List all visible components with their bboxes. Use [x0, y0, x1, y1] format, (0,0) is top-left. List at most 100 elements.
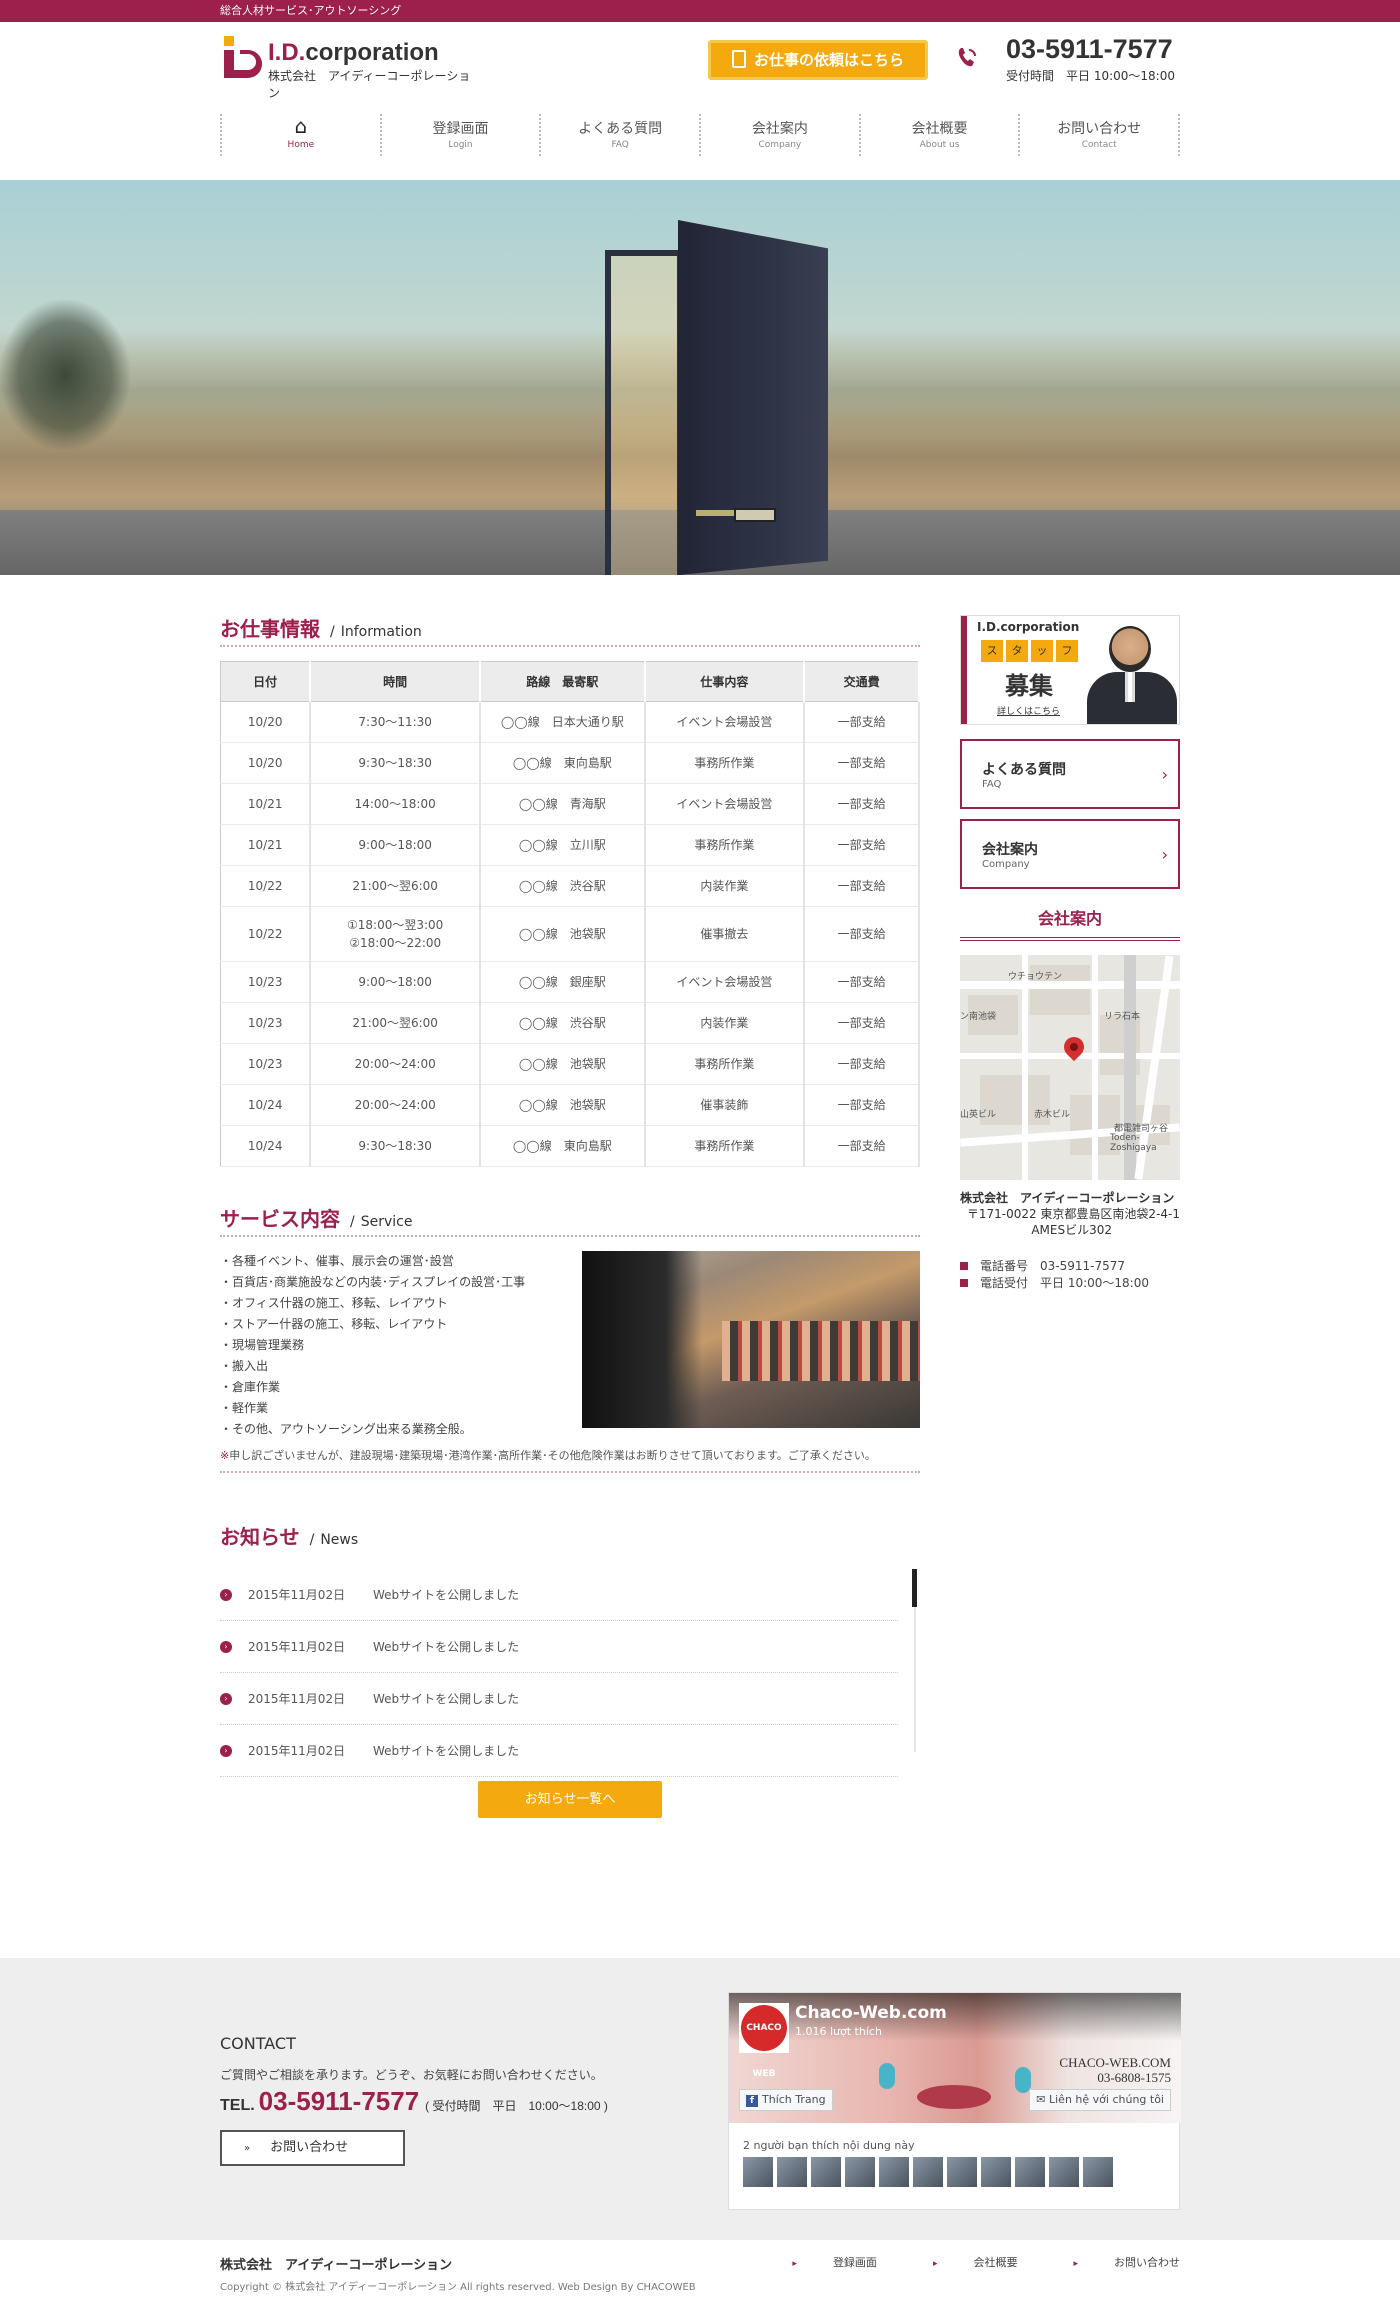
table-cell: ◯◯線 東向島駅: [480, 1125, 646, 1167]
news-title: Webサイトを公開しました: [373, 1744, 520, 1758]
table-row: 10/23 21:00～翌6:00 ◯◯線 渋谷駅 内装作業 一部支給: [220, 1002, 920, 1044]
news-scroll-thumb[interactable]: [912, 1569, 917, 1607]
facebook-like-button[interactable]: f Thích Trang: [739, 2089, 833, 2111]
footer-link-login[interactable]: ▸ 登録画面: [764, 2254, 877, 2270]
table-cell: 一部支給: [804, 1043, 920, 1085]
avatar[interactable]: [743, 2157, 773, 2187]
table-cell: 催事撤去: [644, 906, 806, 962]
nav-item-contact[interactable]: お問い合わせ Contact: [1018, 114, 1181, 156]
list-item: ・オフィス什器の施工、移転、レイアウト: [220, 1296, 448, 1310]
table-cell: 21:00～翌6:00: [310, 865, 481, 907]
footer-links: ▸ 登録画面 ▸ 会社概要 ▸ お問い合わせ: [736, 2254, 1180, 2270]
footer-company: 株式会社 アイディーコーポレーション: [220, 2258, 453, 2273]
table-cell: 9:30～18:30: [310, 742, 481, 784]
contact-button[interactable]: » お問い合わせ: [220, 2130, 405, 2166]
facebook-page-logo[interactable]: CHACO WEB: [739, 2003, 789, 2079]
global-nav: ⌂ Home 登録画面 Login よくある質問 FAQ 会社案内 Compan…: [220, 94, 1181, 180]
table-cell: 10/22: [220, 906, 312, 962]
table-cell: 一部支給: [804, 906, 920, 962]
table-cell: 10/20: [220, 742, 312, 784]
company-map[interactable]: ウチョウテン ン南池袋 リラ石本 山英ビル 赤木ビル 都電雑司ヶ谷 Toden-…: [960, 955, 1180, 1180]
top-bar: 総合人材サービス･アウトソーシング: [0, 0, 1400, 22]
news-title: Webサイトを公開しました: [373, 1640, 520, 1654]
avatar[interactable]: [777, 2157, 807, 2187]
footer-link-about[interactable]: ▸ 会社概要: [905, 2254, 1018, 2270]
news-title: Webサイトを公開しました: [373, 1692, 520, 1706]
news-date: 2015年11月02日: [248, 1744, 346, 1758]
service-photo: [582, 1251, 920, 1428]
sidebar: I.D.corporation スタッフ 募集 詳しくはこちら よくある質問 F…: [960, 615, 1180, 1292]
news-scrollbar[interactable]: [912, 1569, 917, 1752]
table-row: 10/24 20:00～24:00 ◯◯線 池袋駅 催事装飾 一部支給: [220, 1084, 920, 1126]
news-item[interactable]: › 2015年11月02日 Webサイトを公開しました: [220, 1725, 898, 1777]
avatar[interactable]: [1049, 2157, 1079, 2187]
mail-icon: ✉: [1036, 2093, 1049, 2106]
table-cell: 一部支給: [804, 865, 920, 907]
logo[interactable]: I.D.corporation 株式会社 アイディーコーポレーション: [220, 36, 480, 100]
chevron-right-icon: ›: [220, 1692, 232, 1705]
avatar[interactable]: [947, 2157, 977, 2187]
table-cell: 事務所作業: [644, 1043, 806, 1085]
table-row: 10/22 ①18:00～翌3:00 ②18:00～22:00 ◯◯線 池袋駅 催事撤…: [220, 906, 920, 962]
avatar[interactable]: [811, 2157, 841, 2187]
job-request-button[interactable]: お仕事の依頼はこちら: [708, 40, 928, 80]
table-cell: ◯◯線 日本大通り駅: [480, 701, 646, 743]
table-cell: 10/24: [220, 1125, 312, 1167]
table-cell: ◯◯線 立川駅: [480, 824, 646, 866]
table-cell: イベント会場設営: [644, 783, 806, 825]
home-icon: ⌂: [294, 114, 308, 138]
facebook-page-name[interactable]: Chaco-Web.com: [795, 2003, 947, 2023]
table-cell: 事務所作業: [644, 824, 806, 866]
table-cell: 10/23: [220, 1002, 312, 1044]
table-cell: ◯◯線 池袋駅: [480, 1084, 646, 1126]
table-cell: 一部支給: [804, 1125, 920, 1167]
recruit-link[interactable]: 詳しくはこちら: [997, 704, 1060, 717]
table-cell: 20:00～24:00: [310, 1084, 481, 1126]
contact-tel: TEL. 03-5911-7577( 受付時間 平日 10:00～18:00 ): [220, 2086, 608, 2116]
table-cell: 一部支給: [804, 1084, 920, 1126]
recruit-banner[interactable]: I.D.corporation スタッフ 募集 詳しくはこちら: [960, 615, 1180, 725]
news-title: Webサイトを公開しました: [373, 1588, 520, 1602]
list-item: ・軽作業: [220, 1401, 269, 1415]
table-cell: 事務所作業: [644, 742, 806, 784]
table-header: 路線 最寄駅: [480, 661, 646, 702]
nav-item-faq[interactable]: よくある質問 FAQ: [539, 114, 699, 156]
footer-link-contact[interactable]: ▸ お問い合わせ: [1045, 2254, 1180, 2270]
list-item: ・その他、アウトソーシング出来る業務全般。: [220, 1422, 472, 1436]
logo-title: I.D.corporation: [268, 39, 439, 66]
avatar[interactable]: [1083, 2157, 1113, 2187]
news-date: 2015年11月02日: [248, 1588, 346, 1602]
sidebar-company-button[interactable]: 会社案内 Company ›: [960, 819, 1180, 889]
table-cell: 一部支給: [804, 742, 920, 784]
avatar[interactable]: [981, 2157, 1011, 2187]
header: I.D.corporation 株式会社 アイディーコーポレーション お仕事の依…: [220, 22, 1180, 100]
header-hours: 受付時間 平日 10:00～18:00: [1006, 69, 1175, 83]
avatar[interactable]: [879, 2157, 909, 2187]
table-cell: ◯◯線 銀座駅: [480, 961, 646, 1003]
nav-item-company[interactable]: 会社案内 Company: [699, 114, 859, 156]
nav-item-about[interactable]: 会社概要 About us: [858, 114, 1019, 156]
news-item[interactable]: › 2015年11月02日 Webサイトを公開しました: [220, 1621, 898, 1673]
table-row: 10/20 7:30～11:30 ◯◯線 日本大通り駅 イベント会場設営 一部支給: [220, 701, 920, 743]
avatar[interactable]: [1015, 2157, 1045, 2187]
nav-item-login[interactable]: 登録画面 Login: [379, 114, 540, 156]
service-list: ・各種イベント、催事、展示会の運営･設営 ・百貨店･商業施設などの内装･ディスプレ…: [220, 1251, 525, 1440]
news-more-button[interactable]: お知らせ一覧へ: [478, 1781, 662, 1818]
table-cell: 9:00～18:00: [310, 961, 481, 1003]
news-item[interactable]: › 2015年11月02日 Webサイトを公開しました: [220, 1569, 898, 1621]
avatar[interactable]: [913, 2157, 943, 2187]
avatar[interactable]: [845, 2157, 875, 2187]
sidebar-faq-button[interactable]: よくある質問 FAQ ›: [960, 739, 1180, 809]
news-date: 2015年11月02日: [248, 1640, 346, 1654]
facebook-contact-button[interactable]: ✉ Liên hệ với chúng tôi: [1029, 2089, 1171, 2111]
photo-speaker: [582, 1251, 702, 1428]
header-tel[interactable]: 03-5911-7577: [1006, 34, 1173, 65]
company-contact-info: 電話番号 03-5911-7577 電話受付 平日 10:00～18:00: [960, 1258, 1180, 1292]
door-handle: [696, 510, 736, 516]
list-item: ・各種イベント、催事、展示会の運営･設営: [220, 1254, 454, 1268]
chevron-right-icon: ›: [220, 1588, 232, 1601]
company-title: 会社案内: [960, 905, 1180, 941]
table-cell: ◯◯線 池袋駅: [480, 906, 646, 962]
news-item[interactable]: › 2015年11月02日 Webサイトを公開しました: [220, 1673, 898, 1725]
nav-item-home[interactable]: ⌂ Home: [220, 114, 380, 156]
